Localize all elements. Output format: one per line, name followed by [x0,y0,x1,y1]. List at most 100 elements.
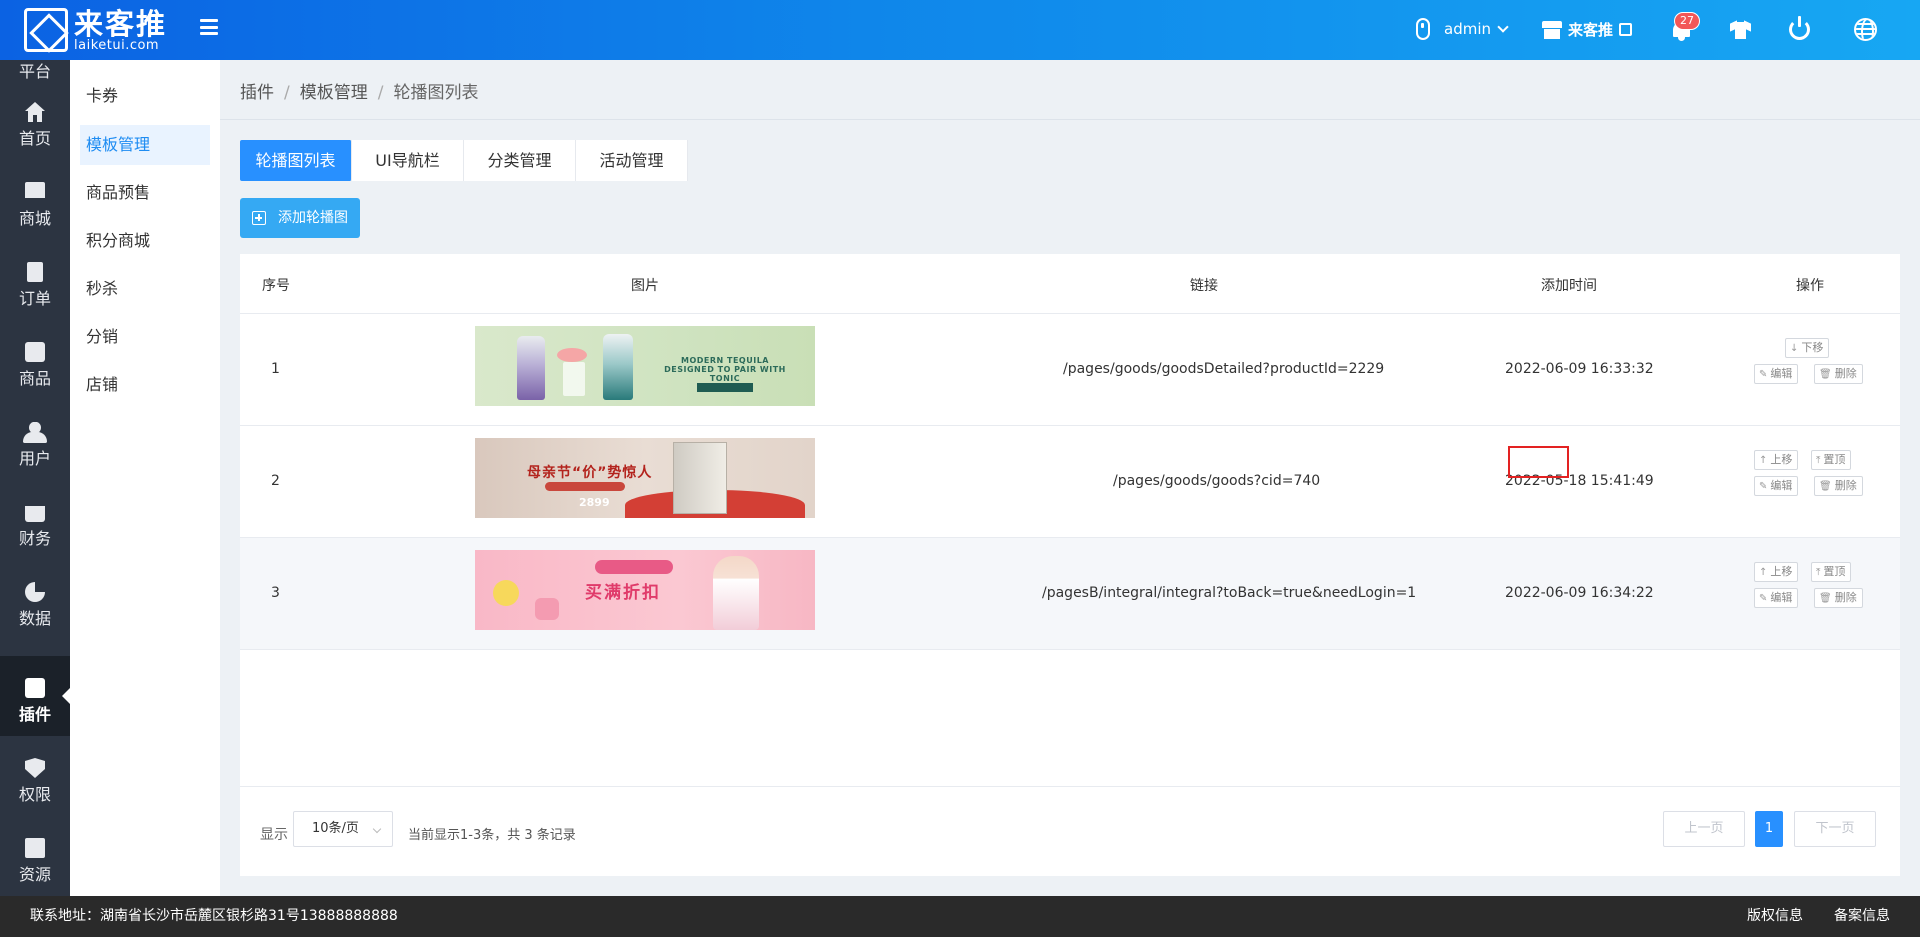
banner-price: 2899 [579,496,610,509]
col-header-actions: 操作 [1796,278,1824,294]
delete-button[interactable]: 🗑 删除 [1814,476,1863,496]
add-carousel-label: 添加轮播图 [278,210,348,226]
row-link: /pages/goods/goodsDetailed?productId=222… [1063,361,1385,377]
footer: 联系地址：湖南省长沙市岳麓区银杉路31号13888888888 版权信息 备案信… [0,896,1920,937]
subnav-item-distribution[interactable]: 分销 [80,317,210,357]
divider [220,119,1920,120]
prev-page-button[interactable]: 上一页 [1663,811,1745,847]
nav-item-data[interactable]: 数据 [0,560,70,640]
page-number-button[interactable]: 1 [1755,811,1783,847]
col-header-time: 添加时间 [1541,278,1597,294]
subnav-item-presale[interactable]: 商品预售 [80,173,210,213]
edit-button[interactable]: ✎ 编辑 [1754,588,1799,608]
subnav-item-shop[interactable]: 店铺 [80,365,210,405]
nav-item-order[interactable]: 订单 [0,240,70,320]
pin-top-icon: ⤒ [1816,455,1821,466]
pin-top-button[interactable]: ⤒ 置顶 [1811,562,1852,582]
banner-text: 买满折扣 [585,583,661,603]
logo-title: 来客推 [74,7,168,41]
nav-item-resource[interactable]: 资源 [0,816,70,896]
theme-shirt-icon[interactable] [1730,20,1751,40]
nav-label: 订单 [18,289,51,308]
trash-icon: 🗑 [1819,593,1832,604]
order-icon [27,262,43,282]
trash-icon: 🗑 [1819,369,1832,380]
top-header: 来客推 laiketui.com admin 来客推 27 [0,0,1920,60]
nav-label: 首页 [18,129,51,148]
move-up-button[interactable]: ↑ 上移 [1754,562,1799,582]
edit-icon: ✎ [1759,369,1768,380]
sub-nav: 卡券 模板管理 商品预售 积分商城 秒杀 分销 店铺 [70,60,220,896]
subnav-item-points-mall[interactable]: 积分商城 [80,221,210,261]
edit-button[interactable]: ✎ 编辑 [1754,476,1799,496]
record-link[interactable]: 备案信息 [1834,896,1890,937]
nav-label: 插件 [18,705,51,724]
shield-icon [25,758,45,778]
tab-ui-nav[interactable]: UI导航栏 [352,140,464,181]
chevron-down-icon [1497,20,1509,33]
tab-carousel-list[interactable]: 轮播图列表 [240,140,352,181]
trash-icon: 🗑 [1819,481,1832,492]
row-index: 2 [271,473,280,489]
nav-item-finance[interactable]: 财务 [0,480,70,560]
banner-image[interactable]: MODERN TEQUILA DESIGNED TO PAIR WITH TON… [475,326,815,406]
copyright-link[interactable]: 版权信息 [1747,896,1803,937]
col-header-link: 链接 [1190,278,1218,294]
store-link[interactable]: 来客推 [1542,19,1633,40]
nav-item-home[interactable]: 首页 [0,80,70,160]
delete-button[interactable]: 🗑 删除 [1814,588,1863,608]
chevron-down-icon [372,824,382,834]
nav-item-partial-label[interactable]: 平台 [0,60,70,82]
nav-label: 用户 [18,449,51,468]
row-index: 3 [271,585,280,601]
tab-category[interactable]: 分类管理 [464,140,576,181]
row-time: 2022-06-09 16:34:22 [1505,585,1654,601]
nav-label: 权限 [18,785,51,804]
banner-image[interactable]: 母亲节“价”势惊人 2899 [475,438,815,518]
breadcrumb-item[interactable]: 模板管理 [300,83,368,103]
power-icon[interactable] [1789,16,1810,40]
subnav-item-template[interactable]: 模板管理 [80,125,210,165]
page-size-select[interactable]: 10条/页 [293,811,393,847]
highlight-box [1508,446,1569,478]
nav-label: 商品 [18,369,51,388]
nav-item-goods[interactable]: 商品 [0,320,70,400]
move-up-button[interactable]: ↑ 上移 [1754,450,1799,470]
logo-domain: laiketui.com [74,38,160,53]
table-card: 序号 图片 链接 添加时间 操作 1 MODERN TEQUILA DESIGN… [240,254,1900,876]
arrow-down-icon: ↓ [1790,343,1799,354]
plus-square-icon [252,211,266,225]
user-menu[interactable]: admin [1416,18,1509,40]
delete-button[interactable]: 🗑 删除 [1814,364,1863,384]
subnav-item-flash-sale[interactable]: 秒杀 [80,269,210,309]
table-header: 序号 图片 链接 添加时间 操作 [240,254,1900,314]
edit-button[interactable]: ✎ 编辑 [1754,364,1799,384]
nav-item-plugin[interactable]: 插件 [0,656,70,736]
next-page-button[interactable]: 下一页 [1794,811,1876,847]
nav-label: 数据 [18,609,51,628]
footer-address: 联系地址：湖南省长沙市岳麓区银杉路31号13888888888 [30,908,398,924]
logo[interactable]: 来客推 laiketui.com [24,8,167,52]
nav-item-permission[interactable]: 权限 [0,736,70,816]
pin-top-button[interactable]: ⤒ 置顶 [1811,450,1852,470]
subnav-item-coupon[interactable]: 卡券 [80,76,210,116]
add-carousel-button[interactable]: 添加轮播图 [240,198,360,238]
main-nav: 平台 首页 商城 订单 商品 用户 财务 数据 插件 权限 资源 [0,60,70,896]
move-down-button[interactable]: ↓ 下移 [1785,338,1830,358]
external-link-icon [1619,23,1633,36]
edit-icon: ✎ [1759,593,1768,604]
globe-icon[interactable] [1854,18,1877,41]
page-size-label: 显示 [260,827,288,843]
row-link: /pagesB/integral/integral?toBack=true&ne… [1042,585,1417,601]
puzzle-icon [25,678,45,698]
banner-image[interactable]: 买满折扣 [475,550,815,630]
row-link: /pages/goods/goods?cid=740 [1113,473,1321,489]
menu-toggle-icon[interactable] [198,16,220,38]
image-icon [25,838,45,858]
nav-item-user[interactable]: 用户 [0,400,70,480]
breadcrumb-item[interactable]: 插件 [240,83,274,103]
nav-label: 资源 [18,865,51,884]
nav-item-mall[interactable]: 商城 [0,160,70,240]
arrow-up-icon: ↑ [1759,455,1768,466]
tab-activity[interactable]: 活动管理 [576,140,688,181]
